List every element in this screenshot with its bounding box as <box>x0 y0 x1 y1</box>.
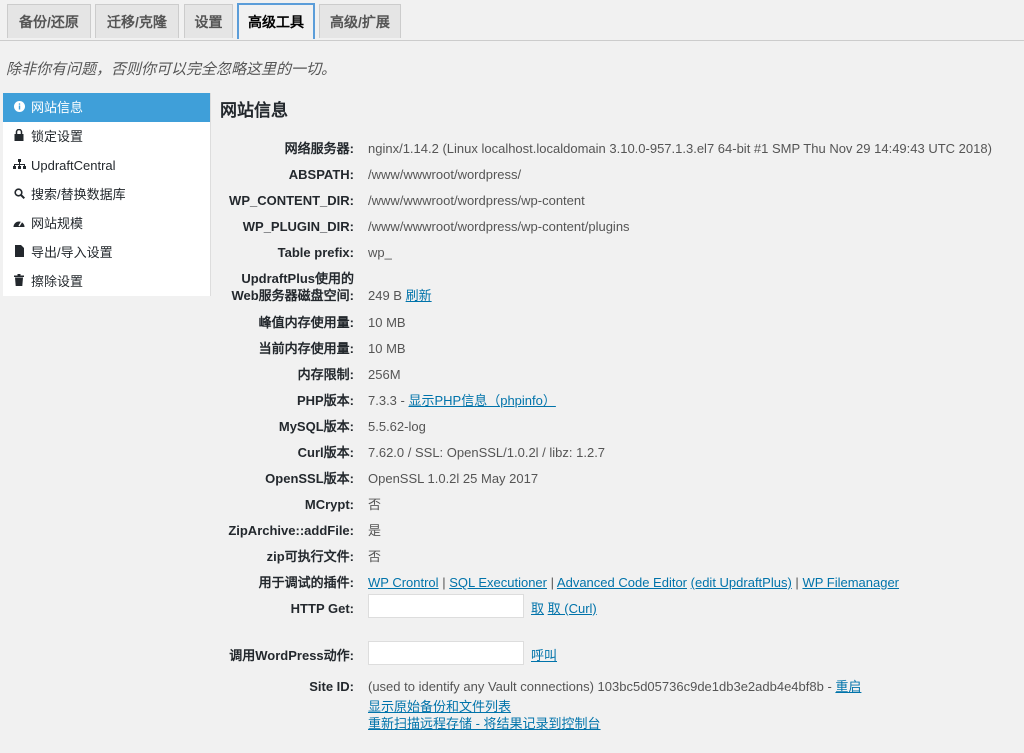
tab-backup-restore[interactable]: 备份/还原 <box>7 4 91 38</box>
sidebar-item-label: 网站信息 <box>31 100 84 115</box>
row-value: 256M <box>368 367 401 382</box>
plugin-link-wp-crontrol[interactable]: WP Crontrol <box>368 575 439 590</box>
tab-premium-extensions[interactable]: 高级/扩展 <box>319 4 401 38</box>
row-value: wp_ <box>368 245 392 260</box>
row-value: nginx/1.14.2 (Linux localhost.localdomai… <box>368 141 992 156</box>
fetch-button[interactable]: 取 <box>531 601 544 616</box>
row-label: ZipArchive::addFile: <box>228 523 354 538</box>
http-get-actions: 取 取 (Curl) <box>531 600 597 617</box>
tab-advanced-tools[interactable]: 高级工具 <box>237 3 315 39</box>
wp-action-actions: 呼叫 <box>531 647 557 664</box>
reset-site-id-link[interactable]: 重启 <box>835 679 861 694</box>
fetch-curl-button[interactable]: 取 (Curl) <box>548 601 597 616</box>
row-label: 用于调试的插件: <box>258 575 354 590</box>
sidebar-item-label: 擦除设置 <box>31 274 84 289</box>
row-label: WP_CONTENT_DIR: <box>229 193 354 208</box>
phpinfo-link[interactable]: 显示PHP信息（phpinfo） <box>408 393 555 408</box>
row-label: OpenSSL版本: <box>265 471 354 486</box>
sidebar-item-site-info[interactable]: 网站信息 <box>3 93 210 122</box>
row-value: OpenSSL 1.0.2l 25 May 2017 <box>368 471 539 486</box>
row-value: 10 MB <box>368 315 406 330</box>
row-label: 峰值内存使用量: <box>258 315 354 330</box>
disk-space-value: 249 B <box>368 288 402 303</box>
lock-icon <box>11 124 27 153</box>
row-label: Curl版本: <box>297 445 354 460</box>
row-value: 10 MB <box>368 341 406 356</box>
row-value: /www/wwwroot/wordpress/ <box>368 167 522 182</box>
sidebar-item-updraftcentral[interactable]: UpdraftCentral <box>3 151 210 180</box>
row-value: 249 B 刷新 <box>368 287 432 304</box>
rescan-remote-storage-link[interactable]: 重新扫描远程存储 - 将结果记录到控制台 <box>368 716 601 731</box>
sidebar-item-wipe-settings[interactable]: 擦除设置 <box>3 267 210 296</box>
sidebar-item-lock-settings[interactable]: 锁定设置 <box>3 122 210 151</box>
advanced-tools-notice: 除非你有问题，否则你可以完全忽略这里的一切。 <box>6 61 337 78</box>
row-label: HTTP Get: <box>290 601 354 616</box>
nav-tab-bar: 备份/还原 迁移/克隆 设置 高级工具 高级/扩展 <box>0 0 1024 41</box>
row-label: PHP版本: <box>296 393 354 408</box>
row-label: 调用WordPress动作: <box>229 648 354 663</box>
page-title: 网站信息 <box>220 101 288 120</box>
row-label: Table prefix: <box>277 245 354 260</box>
row-label: 网络服务器: <box>284 141 354 156</box>
call-action-button[interactable]: 呼叫 <box>531 648 557 663</box>
row-value: 否 <box>368 549 382 564</box>
row-value: WP Crontrol | SQL Executioner | Advanced… <box>368 574 899 591</box>
http-get-url-input[interactable] <box>368 594 524 618</box>
sidebar-item-search-replace[interactable]: 搜索/替换数据库 <box>3 180 210 209</box>
sidebar-item-label: 网站规模 <box>31 216 84 231</box>
plugin-link-edit-updraftplus[interactable]: (edit UpdraftPlus) <box>691 575 792 590</box>
row-value: 显示原始备份和文件列表 <box>368 698 511 715</box>
row-value: 否 <box>368 497 382 512</box>
show-raw-backup-link[interactable]: 显示原始备份和文件列表 <box>368 699 511 714</box>
wp-action-input[interactable] <box>368 641 524 665</box>
row-label: MCrypt: <box>304 497 354 512</box>
refresh-link[interactable]: 刷新 <box>406 288 432 303</box>
advanced-tools-sidebar: 网站信息 锁定设置 UpdraftCentral 搜索/替换数据库 网站规模 导… <box>3 93 211 296</box>
sidebar-item-label: 导出/导入设置 <box>31 245 113 260</box>
row-label: 内存限制: <box>297 367 354 382</box>
site-info-panel: 网站信息 网络服务器: nginx/1.14.2 (Linux localhos… <box>220 96 1020 731</box>
row-label: Web服务器磁盘空间: <box>231 288 354 303</box>
plugin-link-sql-executioner[interactable]: SQL Executioner <box>449 575 547 590</box>
row-label: MySQL版本: <box>278 419 354 434</box>
row-label: WP_PLUGIN_DIR: <box>242 219 354 234</box>
row-value: /www/wwwroot/wordpress/wp-content <box>368 193 585 208</box>
separator: | <box>442 575 446 590</box>
row-value: /www/wwwroot/wordpress/wp-content/plugin… <box>368 219 630 234</box>
sitemap-icon <box>11 153 27 182</box>
row-value: 7.3.3 - 显示PHP信息（phpinfo） <box>368 392 556 409</box>
row-label: zip可执行文件: <box>266 549 354 564</box>
trash-icon <box>11 269 27 298</box>
document-icon <box>11 240 27 269</box>
row-label: Site ID: <box>309 679 354 694</box>
site-id-value: (used to identify any Vault connections)… <box>368 679 832 694</box>
sidebar-item-label: 搜索/替换数据库 <box>31 187 126 202</box>
search-icon <box>11 182 27 211</box>
row-value: 5.5.62-log <box>368 419 426 434</box>
sidebar-item-site-size[interactable]: 网站规模 <box>3 209 210 238</box>
tab-migrate-clone[interactable]: 迁移/克隆 <box>95 4 179 38</box>
php-version-value: 7.3.3 - <box>368 393 405 408</box>
separator: | <box>795 575 799 590</box>
sidebar-item-label: UpdraftCentral <box>31 158 116 173</box>
row-label: ABSPATH: <box>288 167 354 182</box>
row-label: UpdraftPlus使用的 <box>241 271 354 286</box>
info-icon <box>11 95 27 124</box>
sidebar-item-export-import[interactable]: 导出/导入设置 <box>3 238 210 267</box>
sidebar-item-label: 锁定设置 <box>31 129 84 144</box>
row-value: 7.62.0 / SSL: OpenSSL/1.0.2l / libz: 1.2… <box>368 445 606 460</box>
tab-settings[interactable]: 设置 <box>184 4 233 38</box>
plugin-link-advanced-code-editor[interactable]: Advanced Code Editor <box>557 575 687 590</box>
separator: | <box>550 575 555 590</box>
row-label: 当前内存使用量: <box>258 341 354 356</box>
dashboard-icon <box>11 211 27 240</box>
row-value: 是 <box>368 523 382 538</box>
row-value: 重新扫描远程存储 - 将结果记录到控制台 <box>368 715 601 732</box>
row-value: (used to identify any Vault connections)… <box>368 678 861 695</box>
plugin-link-wp-filemanager[interactable]: WP Filemanager <box>802 575 899 590</box>
